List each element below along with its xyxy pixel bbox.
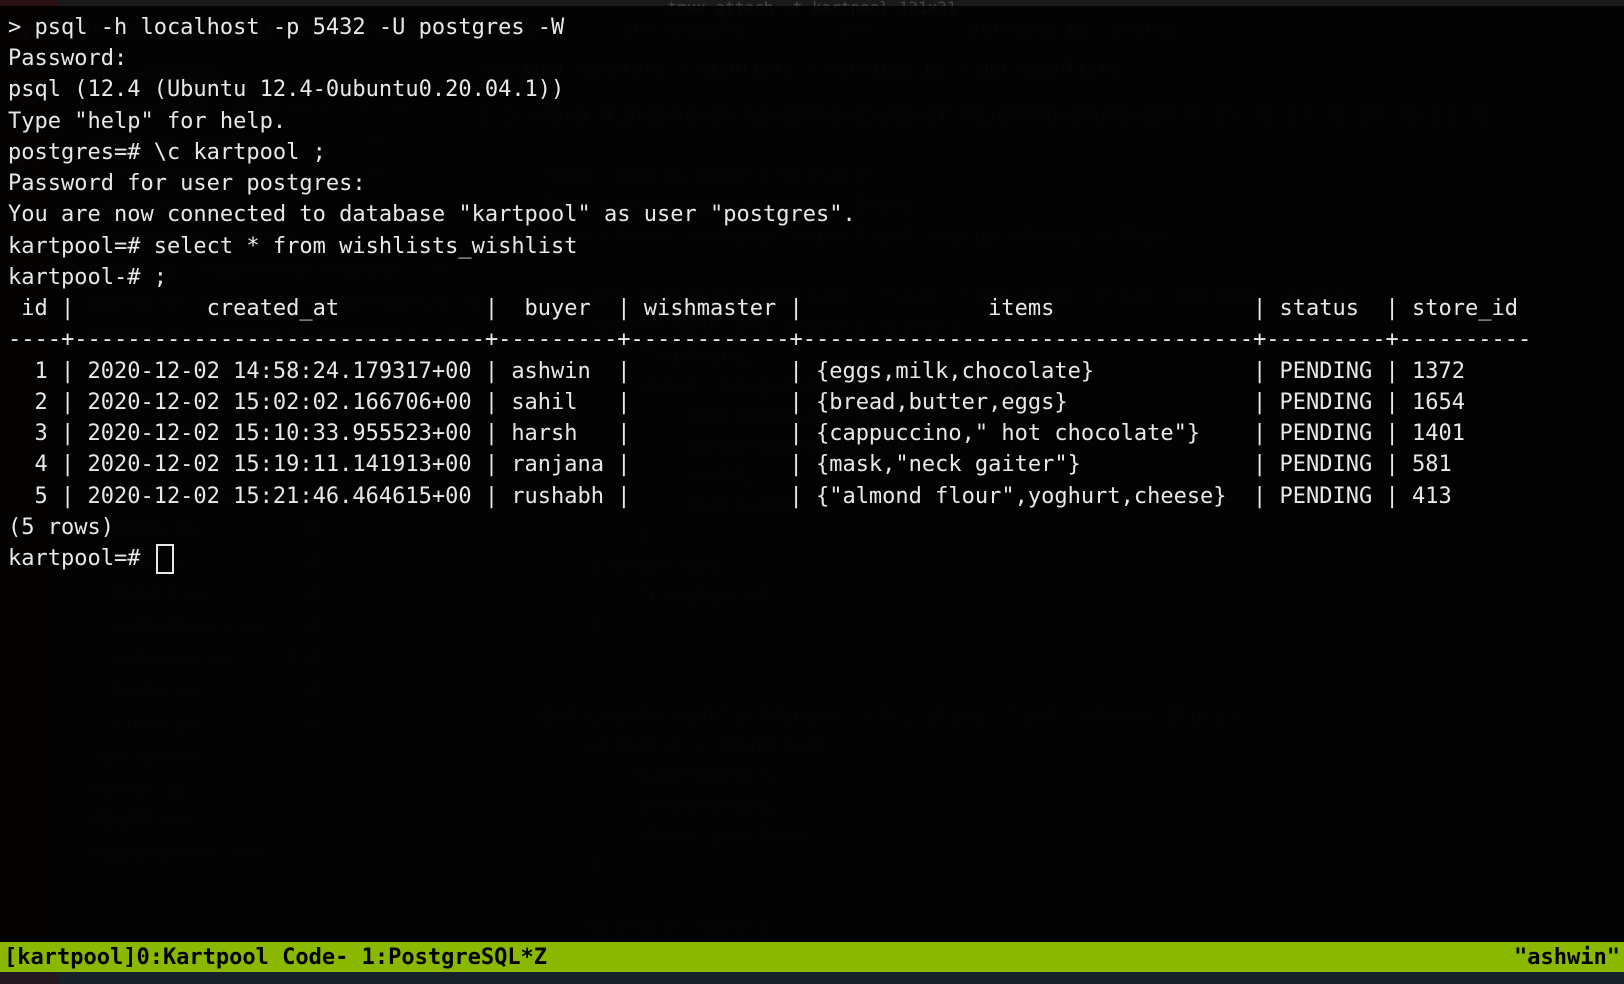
terminal-line: kartpool-# ; [8,262,1616,293]
terminal-line: id | created_at | buyer | wishmaster | i… [8,293,1616,324]
terminal-line: > psql -h localhost -p 5432 -U postgres … [8,12,1616,43]
terminal-line: ----+-------------------------------+---… [8,324,1616,355]
terminal-line: Password for user postgres: [8,168,1616,199]
terminal-line: 3 | 2020-12-02 15:10:33.955523+00 | hars… [8,418,1616,449]
terminal-line: kartpool=# [8,543,1616,574]
terminal-line: Type "help" for help. [8,106,1616,137]
tmux-status-left: [kartpool]0:Kartpool Code- 1:PostgreSQL*… [4,945,1514,970]
terminal-line: 1 | 2020-12-02 14:58:24.179317+00 | ashw… [8,356,1616,387]
terminal-line: 5 | 2020-12-02 15:21:46.464615+00 | rush… [8,481,1616,512]
tmux-status-bar: [kartpool]0:Kartpool Code- 1:PostgreSQL*… [0,942,1624,972]
terminal-line: (5 rows) [8,512,1616,543]
vscode-status-bar [0,972,1624,984]
terminal-line: kartpool=# select * from wishlists_wishl… [8,231,1616,262]
terminal-line: You are now connected to database "kartp… [8,199,1616,230]
tmux-status-right: "ashwin" [1514,945,1620,970]
terminal-cursor [156,544,174,574]
terminal[interactable]: > psql -h localhost -p 5432 -U postgres … [0,6,1624,948]
terminal-line: psql (12.4 (Ubuntu 12.4-0ubuntu0.20.04.1… [8,74,1616,105]
terminal-line: 4 | 2020-12-02 15:19:11.141913+00 | ranj… [8,449,1616,480]
terminal-line: 2 | 2020-12-02 15:02:02.166706+00 | sahi… [8,387,1616,418]
terminal-line: postgres=# \c kartpool ; [8,137,1616,168]
terminal-line: Password: [8,43,1616,74]
